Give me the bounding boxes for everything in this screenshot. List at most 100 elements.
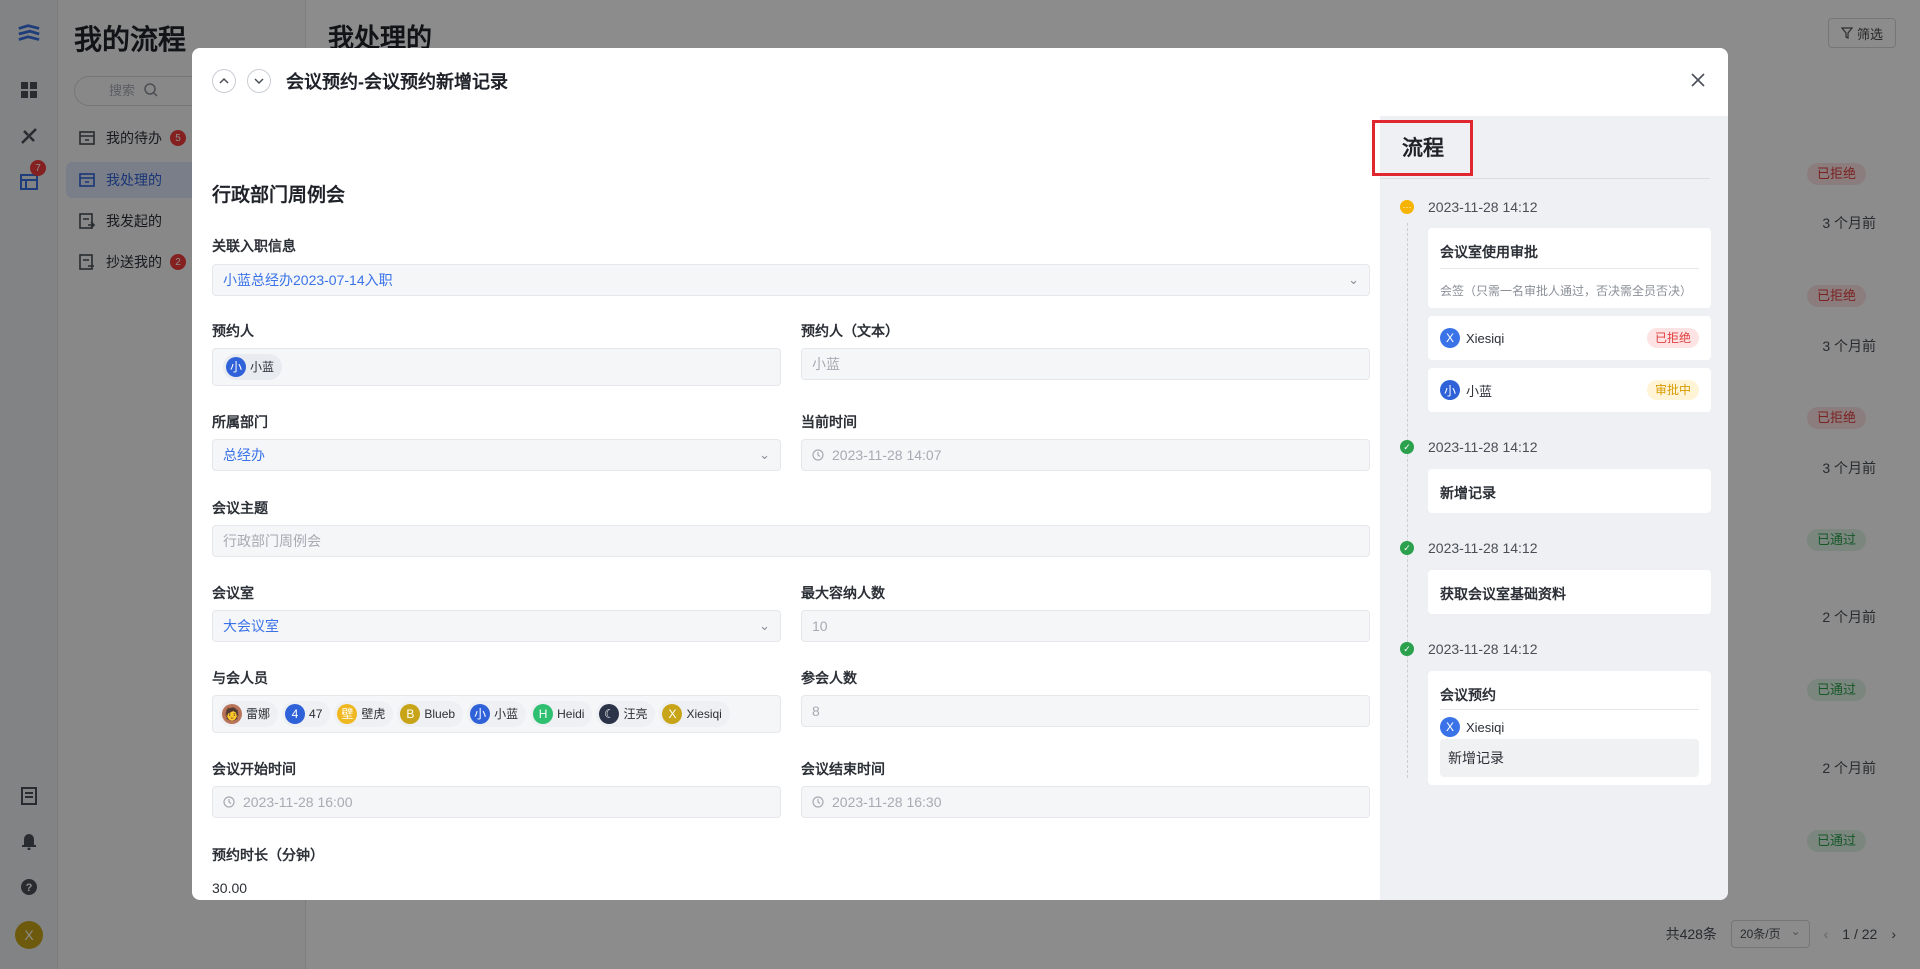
approval-step-card: 会议室使用审批 会签（只需一名审批人通过，否决需全员否决） xyxy=(1428,228,1711,308)
dept-select[interactable]: 总经办 ⌄ xyxy=(212,439,781,471)
now-value: 2023-11-28 14:07 xyxy=(832,447,942,463)
now-input[interactable]: 2023-11-28 14:07 xyxy=(801,439,1370,471)
tab-divider xyxy=(1380,178,1710,179)
clock-icon xyxy=(812,449,824,461)
clock-icon xyxy=(812,796,824,808)
booker-label: 预约人 xyxy=(212,323,254,339)
duration-label: 预约时长（分钟） xyxy=(212,847,324,863)
step-title: 获取会议室基础资料 xyxy=(1440,586,1566,602)
form-title: 行政部门周例会 xyxy=(212,185,346,206)
check-icon: ✓ xyxy=(1400,440,1414,454)
submitter: X Xiesiqi xyxy=(1440,717,1504,737)
pending-status-icon: ··· xyxy=(1400,200,1414,214)
submitter-name: Xiesiqi xyxy=(1466,719,1505,735)
attendee-name: 壁虎 xyxy=(361,707,386,721)
approver-row: 小 小蓝 审批中 xyxy=(1428,368,1711,412)
divider xyxy=(1440,268,1699,269)
chevron-down-icon xyxy=(254,78,264,85)
prev-record-button[interactable] xyxy=(212,69,236,93)
attendee-name: 汪亮 xyxy=(623,707,648,721)
count-label: 参会人数 xyxy=(801,670,857,686)
check-icon: ✓ xyxy=(1400,642,1414,656)
onboarding-value: 小蓝总经办2023-07-14入职 xyxy=(223,272,393,288)
capacity-input[interactable]: 10 xyxy=(801,610,1370,642)
capacity-label: 最大容纳人数 xyxy=(801,585,885,601)
approver: 小 小蓝 xyxy=(1440,380,1492,400)
booker-field[interactable]: 小 小蓝 xyxy=(212,348,781,386)
start-label: 会议开始时间 xyxy=(212,761,296,777)
attendee-name: Heidi xyxy=(557,707,585,721)
avatar: 小 xyxy=(1440,380,1460,400)
attendee-chip: 壁壁虎 xyxy=(334,701,394,727)
attendee-chip: X Xiesiqi xyxy=(659,701,730,727)
close-button[interactable] xyxy=(1686,68,1710,92)
approver: X Xiesiqi xyxy=(1440,328,1504,348)
record-action: 新增记录 xyxy=(1440,739,1699,777)
step-card: 获取会议室基础资料 xyxy=(1428,570,1711,614)
tab-flow[interactable]: 流程 xyxy=(1402,132,1444,162)
room-select[interactable]: 大会议室 ⌄ xyxy=(212,610,781,642)
record-detail-modal: 会议预约-会议预约新增记录 行政部门周例会 关联入职信息 小蓝总经办2023-0… xyxy=(192,48,1728,900)
pending-badge: 审批中 xyxy=(1646,380,1699,400)
step-title: 新增记录 xyxy=(1440,485,1496,501)
booker-text-input[interactable]: 小蓝 xyxy=(801,348,1370,380)
booker-text-label: 预约人（文本） xyxy=(801,323,899,339)
chevron-down-icon: ⌄ xyxy=(1348,272,1359,287)
attendee-name: 雷娜 xyxy=(246,707,271,721)
count-input[interactable]: 8 xyxy=(801,695,1370,727)
step-card: 会议预约 X Xiesiqi 新增记录 xyxy=(1428,671,1711,785)
now-label: 当前时间 xyxy=(801,414,857,430)
avatar: H xyxy=(533,704,554,724)
step-time: 2023-11-28 14:12 xyxy=(1428,540,1538,556)
attendees-label: 与会人员 xyxy=(212,670,268,686)
clock-icon xyxy=(223,796,235,808)
approver-row: X Xiesiqi 已拒绝 xyxy=(1428,316,1711,360)
room-value: 大会议室 xyxy=(223,618,279,634)
dept-label: 所属部门 xyxy=(212,414,268,430)
rejected-badge: 已拒绝 xyxy=(1646,328,1699,348)
record-form: 行政部门周例会 关联入职信息 小蓝总经办2023-07-14入职 ⌄ 预约人 小… xyxy=(212,116,1396,900)
timeline-line xyxy=(1407,223,1408,778)
onboarding-label: 关联入职信息 xyxy=(212,238,296,254)
step-title: 会议室使用审批 xyxy=(1440,244,1538,260)
attendee-name: Blueb xyxy=(424,707,456,721)
room-label: 会议室 xyxy=(212,585,254,601)
dept-value: 总经办 xyxy=(223,447,265,463)
attendee-chip: H Heidi xyxy=(530,701,593,727)
step-title: 会议预约 xyxy=(1440,687,1496,703)
step-card: 新增记录 xyxy=(1428,469,1711,513)
approver-name: 小蓝 xyxy=(1466,383,1493,399)
modal-title: 会议预约-会议预约新增记录 xyxy=(286,72,508,92)
flow-panel: 流程 ··· 2023-11-28 14:12 会议室使用审批 会签（只需一名审… xyxy=(1372,116,1728,900)
end-value: 2023-11-28 16:30 xyxy=(832,794,942,810)
booker-chip: 小 小蓝 xyxy=(223,354,283,380)
end-input[interactable]: 2023-11-28 16:30 xyxy=(801,786,1370,818)
step-time: 2023-11-28 14:12 xyxy=(1428,439,1538,455)
step-desc: 会签（只需一名审批人通过，否决需全员否决） xyxy=(1440,284,1693,298)
check-icon: ✓ xyxy=(1400,541,1414,555)
topic-input[interactable]: 行政部门周例会 xyxy=(212,525,1370,557)
attendee-chip: 4 47 xyxy=(282,701,331,727)
attendee-name: Xiesiqi xyxy=(686,707,722,721)
attendee-chip: 🧑 雷娜 xyxy=(219,701,279,727)
attendees-field[interactable]: 🧑 雷娜 4 47 壁壁虎 B Blueb 小小蓝 H Heidi ☾ 汪亮 X Xiesi… xyxy=(212,695,781,733)
approver-name: Xiesiqi xyxy=(1466,330,1505,346)
next-record-button[interactable] xyxy=(247,69,271,93)
onboarding-select[interactable]: 小蓝总经办2023-07-14入职 ⌄ xyxy=(212,264,1370,296)
avatar: 小 xyxy=(226,357,246,377)
topic-label: 会议主题 xyxy=(212,500,268,516)
avatar: X xyxy=(662,704,683,724)
close-icon xyxy=(1691,73,1705,87)
attendee-chip: B Blueb xyxy=(397,701,464,727)
avatar: X xyxy=(1440,328,1460,348)
start-input[interactable]: 2023-11-28 16:00 xyxy=(212,786,781,818)
divider xyxy=(1440,709,1699,710)
booker-name: 小蓝 xyxy=(250,360,275,374)
attendee-name: 小蓝 xyxy=(494,707,519,721)
step-time: 2023-11-28 14:12 xyxy=(1428,199,1538,215)
chevron-down-icon: ⌄ xyxy=(759,447,770,462)
avatar: ☾ xyxy=(599,704,620,724)
chevron-up-icon xyxy=(219,77,229,84)
step-time: 2023-11-28 14:12 xyxy=(1428,641,1538,657)
attendee-name: 47 xyxy=(309,707,323,721)
